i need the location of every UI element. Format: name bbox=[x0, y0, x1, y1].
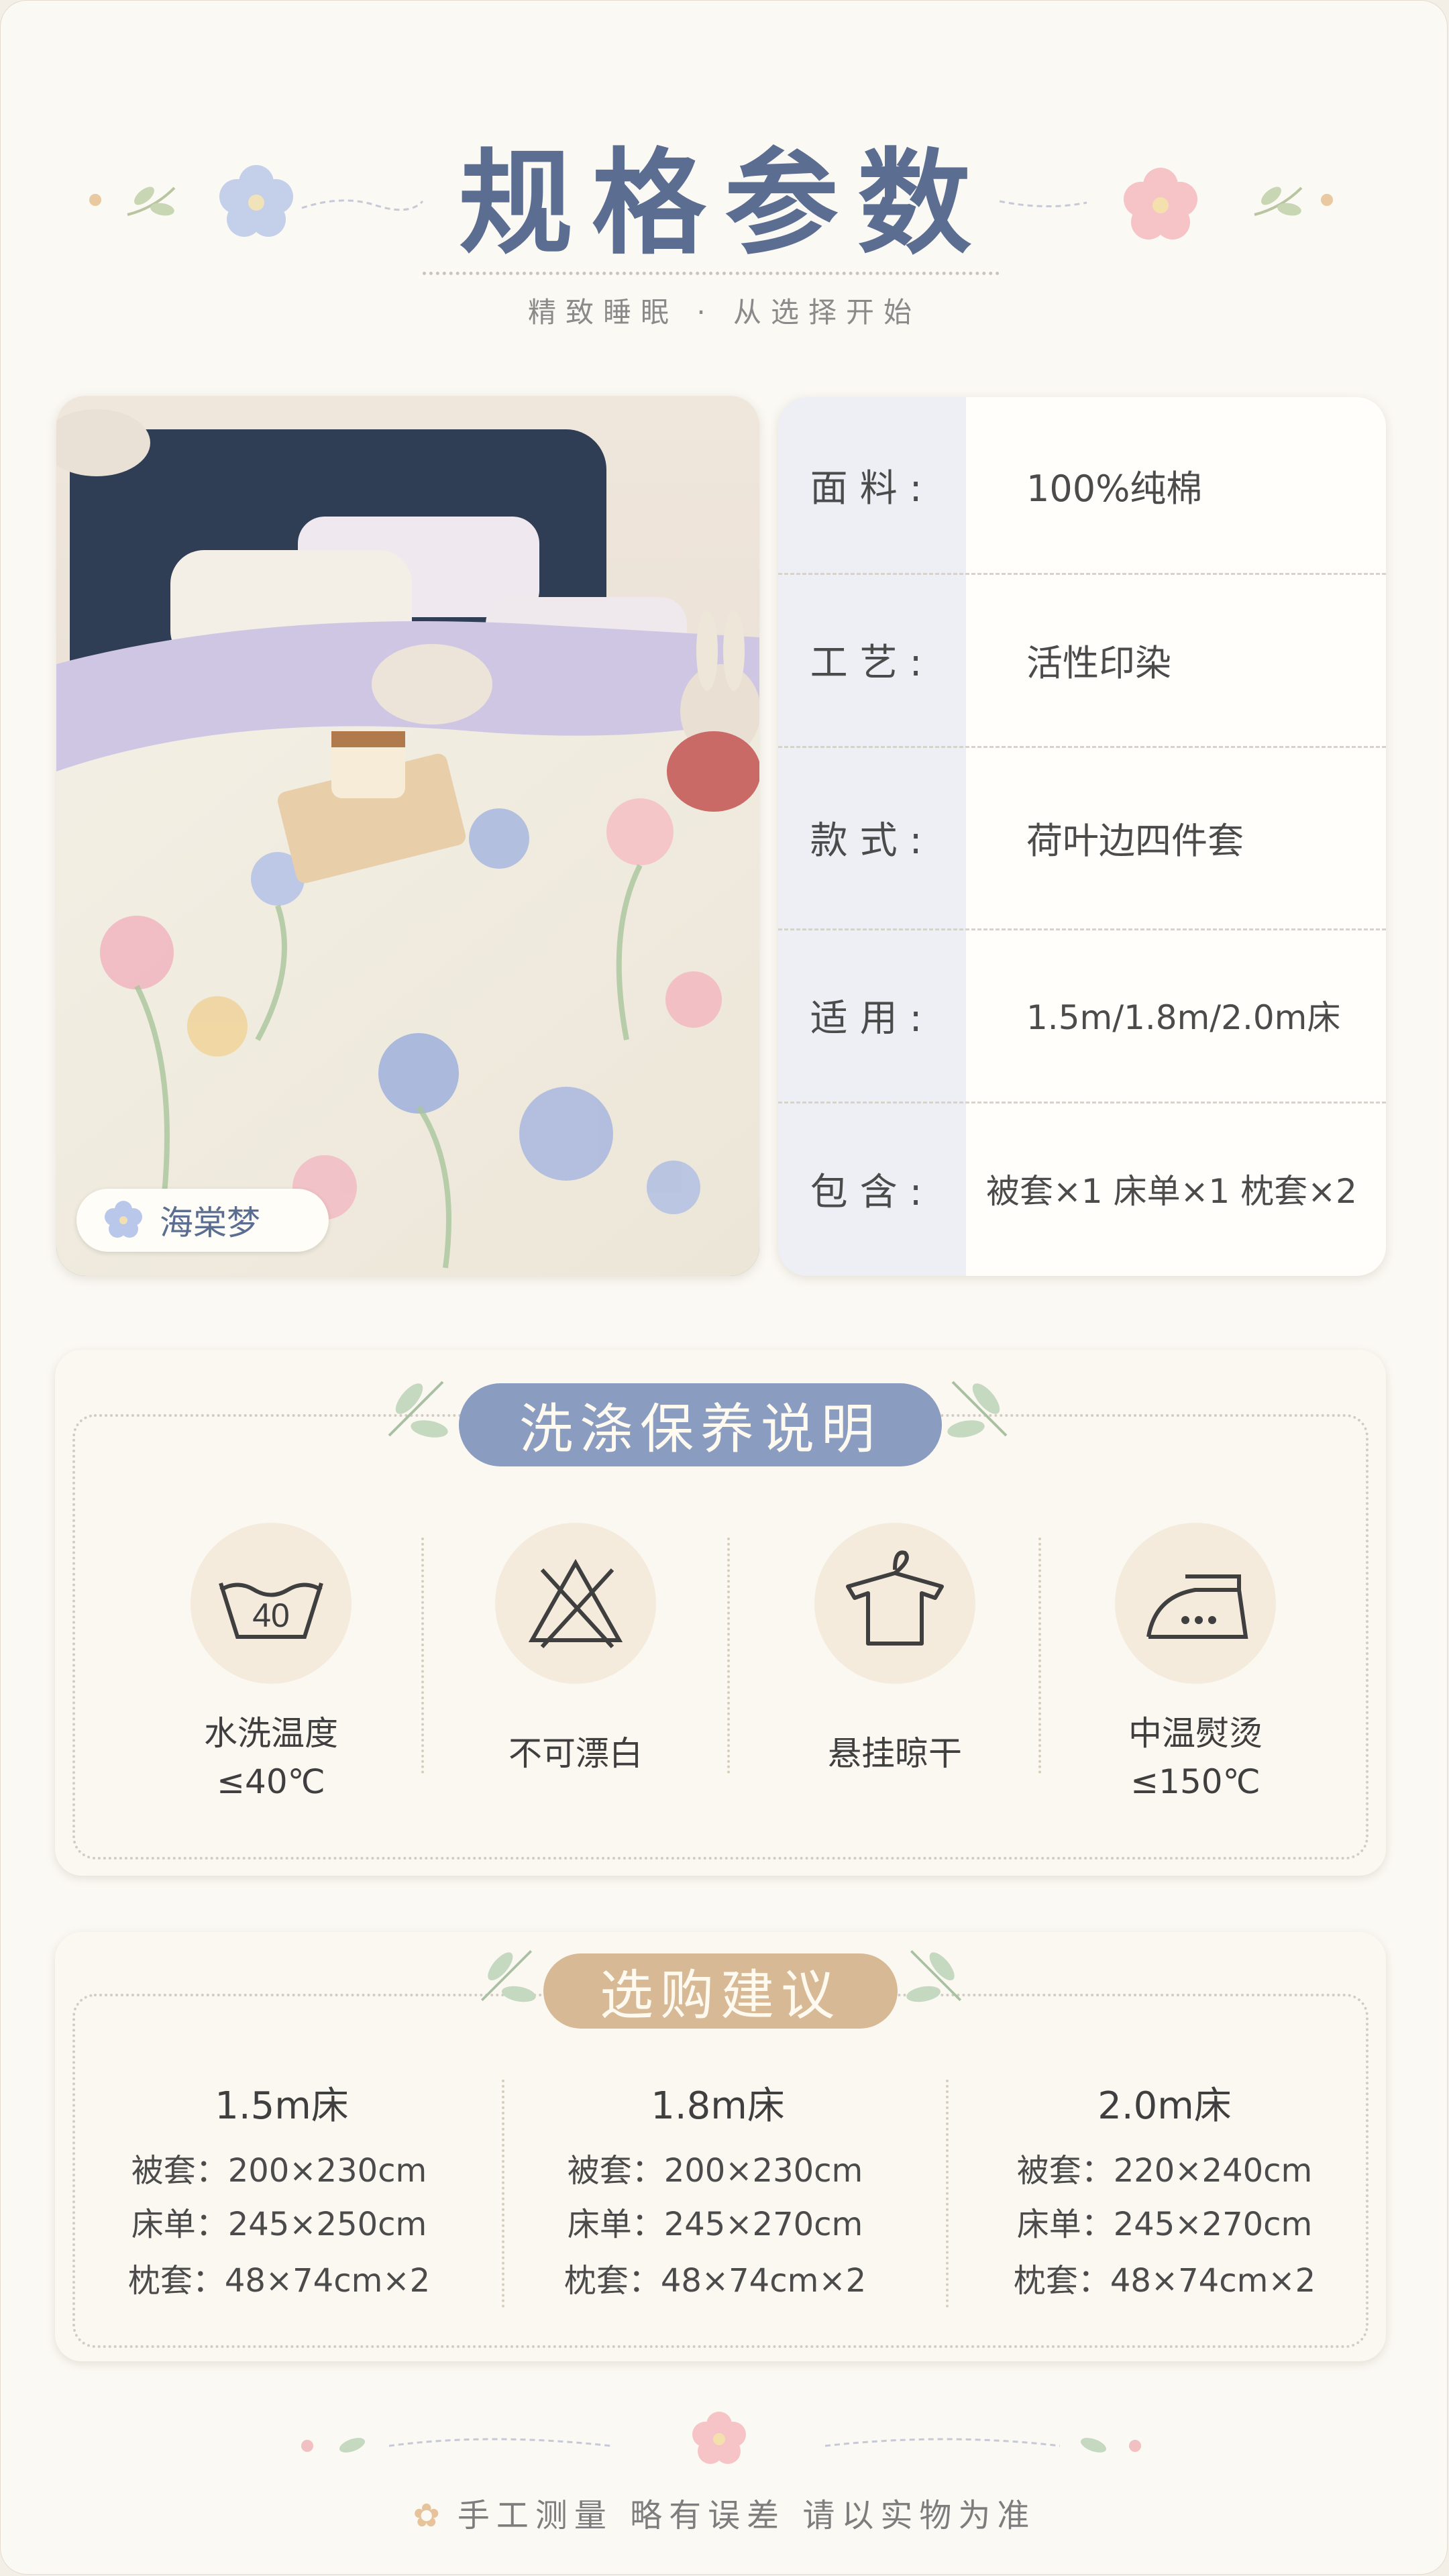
spec-label: 包含: bbox=[810, 1170, 934, 1214]
size-line: 枕套：48×74cm×2 bbox=[1013, 2262, 1316, 2300]
care-line: 悬挂晾干 bbox=[828, 1734, 962, 1773]
purchase-right-leaf-icon bbox=[906, 1950, 961, 2002]
care-divider bbox=[421, 1538, 424, 1774]
size-divider bbox=[946, 2080, 949, 2308]
care-right-leaf-icon bbox=[947, 1381, 1008, 1438]
size-title-2-0: 2.0m床 bbox=[1097, 2084, 1232, 2128]
page-title: 规格参数 bbox=[458, 136, 990, 270]
size-title-1-5: 1.5m床 bbox=[215, 2084, 349, 2128]
bedding-illustration bbox=[56, 396, 759, 1276]
footer-note: ✿ 手工测量 略有误差 请以实物为准 bbox=[0, 2489, 1449, 2536]
title-divider bbox=[423, 272, 1000, 275]
spec-row-fabric: 面料: 100%纯棉 bbox=[778, 397, 1386, 573]
care-line: 水洗温度 bbox=[204, 1714, 338, 1753]
spec-label: 适用: bbox=[810, 996, 934, 1040]
size-line: 床单：245×270cm bbox=[567, 2206, 863, 2243]
iron-medium-icon bbox=[1146, 1574, 1248, 1639]
size-title-1-8: 1.8m床 bbox=[651, 2084, 785, 2128]
purchase-title: 选购建议 bbox=[543, 1953, 898, 2029]
wash-40-icon: 40 bbox=[219, 1582, 323, 1639]
care-icon-hang-dry bbox=[814, 1523, 975, 1684]
spec-label: 款式: bbox=[810, 818, 934, 863]
pattern-name: 海棠梦 bbox=[160, 1203, 260, 1242]
spec-row-fit: 适用: 1.5m/1.8m/2.0m床 bbox=[778, 928, 1386, 1102]
spec-row-style: 款式: 荷叶边四件套 bbox=[778, 746, 1386, 928]
no-bleach-icon bbox=[528, 1558, 623, 1649]
page-subtitle: 精致睡眠 · 从选择开始 bbox=[527, 296, 922, 329]
care-divider bbox=[727, 1538, 730, 1774]
purchase-left-leaf-icon bbox=[481, 1950, 536, 2002]
size-line: 床单：245×250cm bbox=[131, 2206, 427, 2243]
care-line: ≤150℃ bbox=[1130, 1762, 1260, 1801]
care-icon-wash: 40 bbox=[191, 1523, 352, 1684]
care-label-wash: 水洗温度 ≤40℃ bbox=[150, 1709, 392, 1806]
pattern-name-badge: 海棠梦 bbox=[76, 1189, 329, 1252]
product-photo: 海棠梦 bbox=[56, 396, 759, 1276]
page: 规格参数 精致睡眠 · 从选择开始 海棠梦 面料: 100%纯棉 工艺: 活性印… bbox=[0, 0, 1449, 2576]
care-line: 不可漂白 bbox=[508, 1734, 643, 1773]
size-divider bbox=[502, 2080, 504, 2308]
size-line: 被套：200×230cm bbox=[131, 2152, 427, 2190]
pink-flower-icon bbox=[692, 2412, 746, 2464]
care-title: 洗涤保养说明 bbox=[459, 1383, 942, 1466]
spec-label: 面料: bbox=[810, 466, 934, 511]
size-line: 枕套：48×74cm×2 bbox=[564, 2262, 867, 2300]
footer-note-text: 手工测量 略有误差 请以实物为准 bbox=[457, 2497, 1036, 2534]
spec-value: 100%纯棉 bbox=[1026, 467, 1203, 510]
size-line: 床单：245×270cm bbox=[1016, 2206, 1313, 2243]
care-icon-iron bbox=[1115, 1523, 1276, 1684]
hang-dry-icon bbox=[846, 1550, 944, 1646]
spec-label: 工艺: bbox=[810, 641, 934, 685]
spec-value: 荷叶边四件套 bbox=[1026, 819, 1244, 862]
wash-temperature-text: 40 bbox=[252, 1597, 290, 1634]
size-line: 枕套：48×74cm×2 bbox=[127, 2262, 431, 2300]
care-label-hang-dry: 悬挂晾干 bbox=[774, 1729, 1016, 1778]
care-line: ≤40℃ bbox=[217, 1762, 325, 1801]
care-divider bbox=[1038, 1538, 1041, 1774]
care-line: 中温熨烫 bbox=[1128, 1714, 1263, 1753]
small-flower-icon: ✿ bbox=[413, 2497, 447, 2534]
care-icon-no-bleach bbox=[495, 1523, 656, 1684]
spec-table: 面料: 100%纯棉 工艺: 活性印染 款式: 荷叶边四件套 适用: 1.5m/… bbox=[778, 397, 1386, 1276]
size-line: 被套：200×230cm bbox=[567, 2152, 863, 2190]
spec-value: 被套×1 床单×1 枕套×2 bbox=[986, 1172, 1357, 1211]
blue-flower-icon bbox=[105, 1201, 142, 1238]
spec-row-includes: 包含: 被套×1 床单×1 枕套×2 bbox=[778, 1102, 1386, 1276]
spec-value: 活性印染 bbox=[1026, 641, 1171, 684]
care-label-iron: 中温熨烫 ≤150℃ bbox=[1075, 1709, 1316, 1806]
care-label-no-bleach: 不可漂白 bbox=[455, 1729, 696, 1778]
size-line: 被套：220×240cm bbox=[1016, 2152, 1313, 2190]
spec-value: 1.5m/1.8m/2.0m床 bbox=[1026, 998, 1341, 1037]
care-left-leaf-icon bbox=[388, 1381, 448, 1438]
footer-decoration bbox=[301, 2412, 1141, 2464]
spec-row-craft: 工艺: 活性印染 bbox=[778, 573, 1386, 746]
